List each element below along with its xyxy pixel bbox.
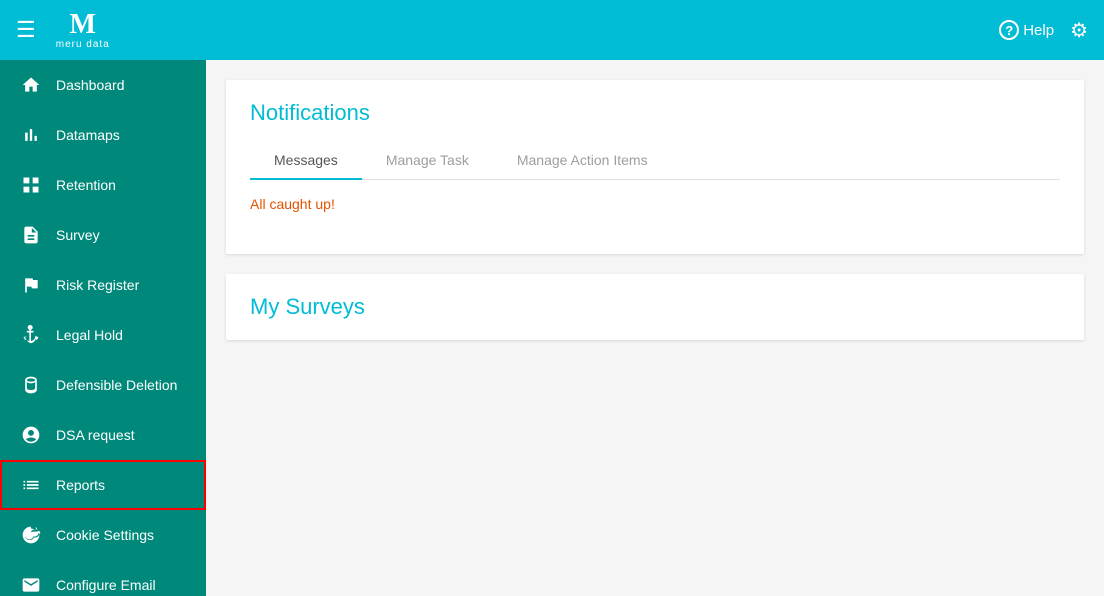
settings-icon[interactable]: ⚙: [1070, 18, 1088, 43]
logo: M meru data: [56, 11, 110, 50]
menu-icon[interactable]: ☰: [16, 19, 36, 41]
file-icon: [20, 224, 42, 246]
sidebar-label-retention: Retention: [56, 177, 116, 193]
sidebar-label-defensible-deletion: Defensible Deletion: [56, 377, 177, 393]
notifications-panel: Notifications Messages Manage Task Manag…: [226, 80, 1084, 254]
sidebar-label-dashboard: Dashboard: [56, 77, 125, 93]
topbar: ☰ M meru data ? Help ⚙: [0, 0, 1104, 60]
notifications-title: Notifications: [250, 100, 1060, 126]
notifications-header: Notifications Messages Manage Task Manag…: [226, 80, 1084, 180]
sidebar-item-cookie-settings[interactable]: Cookie Settings: [0, 510, 206, 560]
anchor-icon: [20, 324, 42, 346]
help-icon: ?: [999, 20, 1019, 40]
main-content: Notifications Messages Manage Task Manag…: [206, 60, 1104, 596]
cylinder-icon: [20, 374, 42, 396]
home-icon: [20, 74, 42, 96]
person-circle-icon: [20, 424, 42, 446]
sidebar-item-survey[interactable]: Survey: [0, 210, 206, 260]
logo-letter: M: [70, 11, 96, 39]
tab-messages[interactable]: Messages: [250, 142, 362, 180]
notifications-body: All caught up!: [226, 180, 1084, 254]
tab-manage-action-items[interactable]: Manage Action Items: [493, 142, 672, 180]
grid-icon: [20, 174, 42, 196]
tab-manage-task[interactable]: Manage Task: [362, 142, 493, 180]
sidebar-item-reports[interactable]: Reports: [0, 460, 206, 510]
sidebar-item-risk-register[interactable]: Risk Register: [0, 260, 206, 310]
sidebar-label-risk-register: Risk Register: [56, 277, 139, 293]
sidebar-label-datamaps: Datamaps: [56, 127, 120, 143]
sidebar-label-cookie-settings: Cookie Settings: [56, 527, 154, 543]
surveys-panel: My Surveys: [226, 274, 1084, 340]
sidebar-item-retention[interactable]: Retention: [0, 160, 206, 210]
envelope-icon: [20, 574, 42, 596]
all-caught-up-message: All caught up!: [250, 196, 335, 212]
cookie-icon: [20, 524, 42, 546]
flag-icon: [20, 274, 42, 296]
sidebar-item-legal-hold[interactable]: Legal Hold: [0, 310, 206, 360]
sidebar-label-dsa-request: DSA request: [56, 427, 135, 443]
sidebar: Dashboard Datamaps Retention Survey: [0, 60, 206, 596]
sidebar-label-legal-hold: Legal Hold: [56, 327, 123, 343]
sidebar-label-survey: Survey: [56, 227, 100, 243]
notifications-tabs: Messages Manage Task Manage Action Items: [250, 142, 1060, 180]
sidebar-item-dsa-request[interactable]: DSA request: [0, 410, 206, 460]
chart-icon: [20, 124, 42, 146]
help-label: Help: [1023, 22, 1054, 39]
logo-text: meru data: [56, 39, 110, 50]
topbar-right: ? Help ⚙: [999, 18, 1088, 43]
sidebar-item-configure-email[interactable]: Configure Email: [0, 560, 206, 596]
help-button[interactable]: ? Help: [999, 20, 1054, 40]
sidebar-item-dashboard[interactable]: Dashboard: [0, 60, 206, 110]
sidebar-item-datamaps[interactable]: Datamaps: [0, 110, 206, 160]
surveys-title: My Surveys: [250, 294, 1060, 320]
reports-icon: [20, 474, 42, 496]
sidebar-label-reports: Reports: [56, 477, 105, 493]
layout: Dashboard Datamaps Retention Survey: [0, 60, 1104, 596]
sidebar-item-defensible-deletion[interactable]: Defensible Deletion: [0, 360, 206, 410]
sidebar-label-configure-email: Configure Email: [56, 577, 156, 593]
